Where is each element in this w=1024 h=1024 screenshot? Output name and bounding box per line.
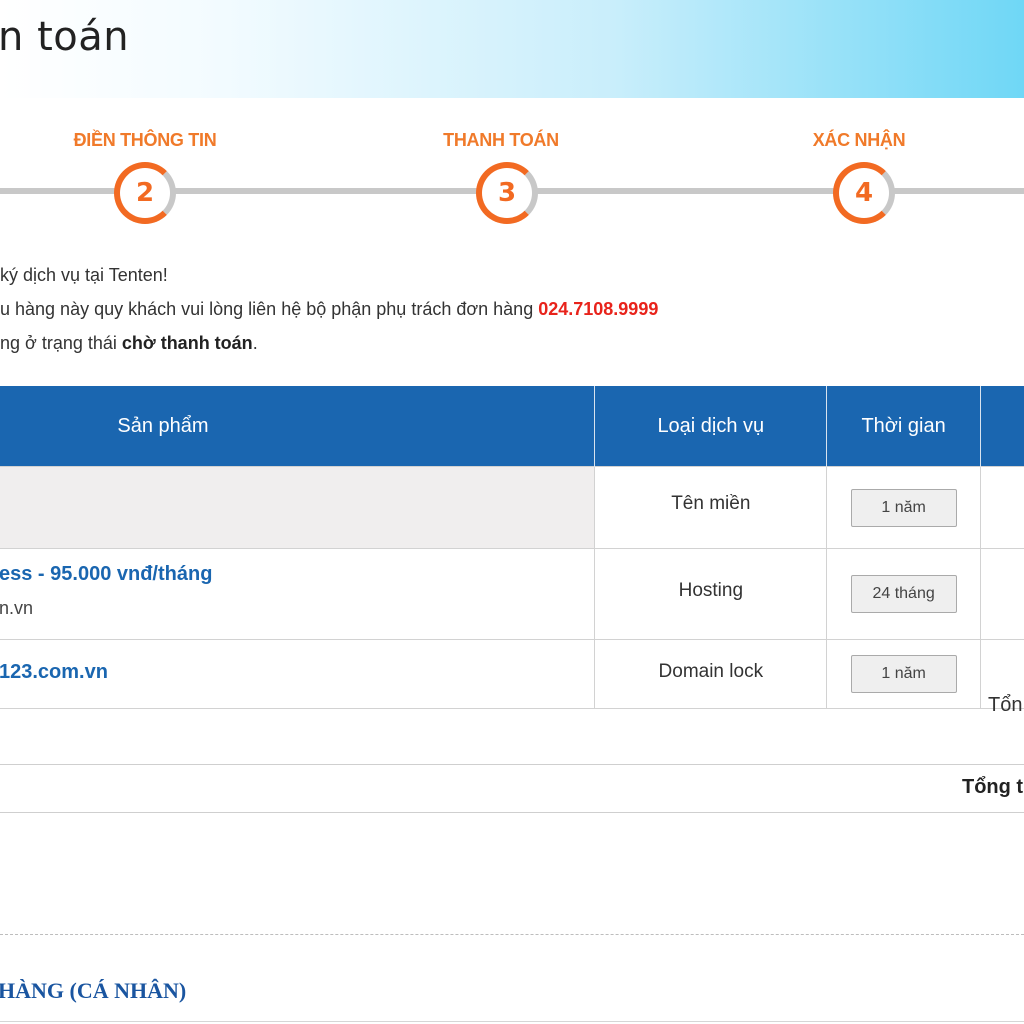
column-header-service-type: Loại dịch vụ: [594, 386, 828, 467]
page-header: n toán: [0, 0, 1024, 98]
duration-cell: 1 năm: [826, 466, 982, 549]
order-table: Sản phẩm Loại dịch vụ Thời gian Tên miền…: [0, 386, 1024, 709]
table-header-row: Sản phẩm Loại dịch vụ Thời gian: [0, 386, 1024, 467]
step-2-number: 2: [135, 178, 155, 208]
duration-select[interactable]: 1 năm: [850, 655, 957, 693]
hotline-phone[interactable]: 024.7108.9999: [538, 299, 658, 319]
step-3-number: 3: [497, 178, 517, 208]
product-name[interactable]: ess - 95.000 vnđ/tháng: [0, 563, 594, 586]
table-row: ess - 95.000 vnđ/tháng n.vn Hosting 24 t…: [0, 548, 1024, 640]
divider: [0, 1021, 1024, 1022]
column-header-extra: [980, 386, 1024, 467]
extra-cell: [980, 548, 1024, 640]
table-row: Tên miền 1 năm: [0, 466, 1024, 549]
product-name[interactable]: 123.com.vn: [0, 661, 594, 684]
column-header-duration: Thời gian: [826, 386, 982, 467]
section-divider: [0, 934, 1024, 935]
step-label-confirm: XÁC NHẬN: [812, 130, 906, 150]
product-cell: [0, 466, 596, 549]
step-4-indicator[interactable]: 4: [833, 162, 895, 224]
status-value: chờ thanh toán: [121, 333, 253, 353]
order-status-message: ng ở trạng thái chờ thanh toán.: [0, 333, 258, 354]
step-4-number: 4: [854, 178, 874, 208]
column-header-product: Sản phẩm: [0, 386, 596, 467]
status-end: .: [252, 333, 258, 353]
product-cell: ess - 95.000 vnđ/tháng n.vn: [0, 548, 596, 640]
contact-text: u hàng này quy khách vui lòng liên hệ bộ…: [0, 299, 539, 319]
extra-cell: [980, 466, 1024, 549]
subtotal-label: Tổn: [988, 694, 1023, 716]
duration-cell: 24 tháng: [826, 548, 982, 640]
page-title: n toán: [0, 14, 130, 60]
step-label-payment: THANH TOÁN: [443, 130, 559, 150]
thank-you-message: ký dịch vụ tại Tenten!: [0, 265, 168, 285]
table-row: 123.com.vn Domain lock 1 năm: [0, 639, 1024, 709]
grand-total-label: Tổng t: [962, 776, 1024, 798]
divider: [0, 764, 1024, 765]
step-3-indicator[interactable]: 3: [476, 162, 538, 224]
duration-select[interactable]: 24 tháng: [850, 575, 957, 613]
customer-section-title: HÀNG (CÁ NHÂN): [0, 978, 187, 1003]
step-2-indicator[interactable]: 2: [114, 162, 176, 224]
service-type-cell: Tên miền: [594, 466, 828, 549]
duration-select[interactable]: 1 năm: [850, 488, 957, 527]
contact-message: u hàng này quy khách vui lòng liên hệ bộ…: [0, 299, 658, 320]
divider: [0, 812, 1024, 813]
service-type-cell: Domain lock: [594, 639, 828, 709]
product-cell: 123.com.vn: [0, 639, 596, 709]
duration-cell: 1 năm: [826, 639, 982, 709]
product-domain: n.vn: [0, 598, 34, 618]
status-text: ng ở trạng thái: [0, 333, 122, 353]
service-type-cell: Hosting: [594, 548, 828, 640]
step-label-fill-info: ĐIỀN THÔNG TIN: [73, 130, 217, 150]
